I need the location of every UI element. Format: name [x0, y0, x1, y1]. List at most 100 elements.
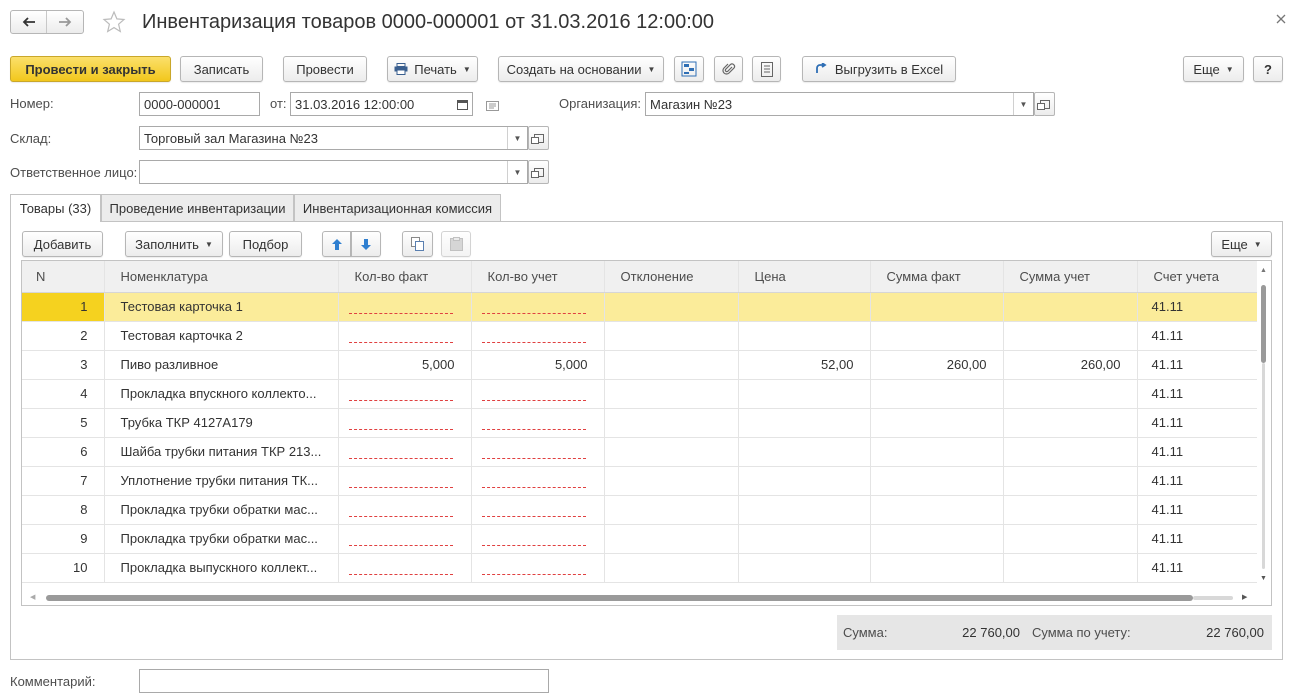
- scroll-left-icon[interactable]: ◀: [30, 593, 35, 601]
- col-account[interactable]: Счет учета: [1137, 261, 1259, 293]
- tab-goods[interactable]: Товары (33): [10, 194, 101, 222]
- row-sum-acc[interactable]: [1003, 292, 1138, 322]
- row-deviation[interactable]: [604, 466, 739, 496]
- post-close-button[interactable]: Провести и закрыть: [10, 56, 171, 82]
- row-account[interactable]: 41.11: [1137, 495, 1259, 525]
- row-sum-acc[interactable]: [1003, 379, 1138, 409]
- document-list-button[interactable]: [752, 56, 781, 82]
- row-deviation[interactable]: [604, 495, 739, 525]
- horizontal-scrollbar[interactable]: ◀ ▶: [22, 591, 1271, 605]
- add-row-button[interactable]: Добавить: [22, 231, 103, 257]
- row-price[interactable]: [738, 437, 871, 467]
- fill-button[interactable]: Заполнить ▼: [125, 231, 223, 257]
- row-sum-fact[interactable]: [870, 553, 1004, 583]
- chevron-down-icon[interactable]: ▼: [1013, 93, 1033, 115]
- table-row[interactable]: 10 Прокладка выпускного коллект... 41.11: [22, 553, 1259, 583]
- table-row[interactable]: 8 Прокладка трубки обратки мас... 41.11: [22, 495, 1259, 525]
- org-open-button[interactable]: [1034, 92, 1055, 116]
- row-sum-fact[interactable]: [870, 321, 1004, 351]
- row-qty-fact[interactable]: [338, 437, 472, 467]
- row-number[interactable]: 7: [22, 466, 105, 496]
- table-row[interactable]: 3 Пиво разливное 5,000 5,000 52,00 260,00 260,…: [22, 350, 1259, 380]
- row-nomenclature[interactable]: Шайба трубки питания ТКР 213...: [104, 437, 339, 467]
- scroll-down-icon[interactable]: ▼: [1260, 575, 1267, 582]
- row-account[interactable]: 41.11: [1137, 350, 1259, 380]
- row-sum-acc[interactable]: [1003, 495, 1138, 525]
- row-price[interactable]: [738, 524, 871, 554]
- col-deviation[interactable]: Отклонение: [604, 261, 739, 293]
- more-button[interactable]: Еще ▼: [1183, 56, 1244, 82]
- row-deviation[interactable]: [604, 553, 739, 583]
- row-sum-acc[interactable]: [1003, 408, 1138, 438]
- table-row[interactable]: 2 Тестовая карточка 2 41.11: [22, 321, 1259, 351]
- row-qty-fact[interactable]: [338, 379, 472, 409]
- row-account[interactable]: 41.11: [1137, 437, 1259, 467]
- horizontal-scroll-thumb[interactable]: [46, 595, 1193, 601]
- row-nomenclature[interactable]: Тестовая карточка 2: [104, 321, 339, 351]
- table-row[interactable]: 6 Шайба трубки питания ТКР 213... 41.11: [22, 437, 1259, 467]
- row-sum-fact[interactable]: [870, 437, 1004, 467]
- row-qty-acc[interactable]: [471, 437, 605, 467]
- move-down-button[interactable]: [351, 231, 381, 257]
- row-number[interactable]: 2: [22, 321, 105, 351]
- calendar-icon[interactable]: [452, 93, 472, 115]
- col-qty-fact[interactable]: Кол-во факт: [338, 261, 472, 293]
- row-account[interactable]: 41.11: [1137, 553, 1259, 583]
- col-nomenclature[interactable]: Номенклатура: [104, 261, 339, 293]
- row-qty-fact[interactable]: [338, 292, 472, 322]
- post-button[interactable]: Провести: [283, 56, 367, 82]
- row-nomenclature[interactable]: Тестовая карточка 1: [104, 292, 339, 322]
- tab-conduct[interactable]: Проведение инвентаризации: [101, 194, 294, 221]
- row-nomenclature[interactable]: Прокладка выпускного коллект...: [104, 553, 339, 583]
- row-sum-fact[interactable]: [870, 524, 1004, 554]
- row-qty-acc[interactable]: [471, 321, 605, 351]
- row-sum-fact[interactable]: [870, 466, 1004, 496]
- scroll-right-icon[interactable]: ▶: [1242, 593, 1247, 601]
- tab-commission[interactable]: Инвентаризационная комиссия: [294, 194, 501, 221]
- row-number[interactable]: 5: [22, 408, 105, 438]
- col-n[interactable]: N: [22, 261, 105, 293]
- row-qty-acc[interactable]: [471, 466, 605, 496]
- history-icon[interactable]: [486, 99, 499, 114]
- row-qty-fact[interactable]: [338, 408, 472, 438]
- create-based-button[interactable]: Создать на основании ▼: [498, 56, 664, 82]
- row-qty-fact[interactable]: [338, 466, 472, 496]
- row-sum-acc[interactable]: [1003, 524, 1138, 554]
- row-nomenclature[interactable]: Трубка ТКР 4127А179: [104, 408, 339, 438]
- row-sum-fact[interactable]: [870, 408, 1004, 438]
- row-deviation[interactable]: [604, 437, 739, 467]
- row-account[interactable]: 41.11: [1137, 524, 1259, 554]
- export-excel-button[interactable]: Выгрузить в Excel: [802, 56, 956, 82]
- row-nomenclature[interactable]: Пиво разливное: [104, 350, 339, 380]
- row-sum-fact[interactable]: [870, 379, 1004, 409]
- row-deviation[interactable]: [604, 379, 739, 409]
- col-sum-fact[interactable]: Сумма факт: [870, 261, 1004, 293]
- table-row[interactable]: 5 Трубка ТКР 4127А179 41.11: [22, 408, 1259, 438]
- org-field[interactable]: Магазин №23 ▼: [645, 92, 1034, 116]
- number-field[interactable]: 0000-000001: [139, 92, 260, 116]
- row-sum-acc[interactable]: [1003, 466, 1138, 496]
- row-account[interactable]: 41.11: [1137, 466, 1259, 496]
- row-sum-fact[interactable]: 260,00: [870, 350, 1004, 380]
- col-sum-acc[interactable]: Сумма учет: [1003, 261, 1138, 293]
- row-qty-fact[interactable]: [338, 524, 472, 554]
- row-price[interactable]: [738, 466, 871, 496]
- help-button[interactable]: ?: [1253, 56, 1283, 82]
- row-number[interactable]: 8: [22, 495, 105, 525]
- row-deviation[interactable]: [604, 350, 739, 380]
- row-nomenclature[interactable]: Прокладка впускного коллекто...: [104, 379, 339, 409]
- close-icon[interactable]: [1276, 12, 1288, 24]
- row-nomenclature[interactable]: Прокладка трубки обратки мас...: [104, 495, 339, 525]
- row-deviation[interactable]: [604, 524, 739, 554]
- favorite-star-icon[interactable]: [102, 10, 126, 34]
- row-account[interactable]: 41.11: [1137, 379, 1259, 409]
- print-button[interactable]: Печать ▼: [387, 56, 478, 82]
- date-field[interactable]: 31.03.2016 12:00:00: [290, 92, 473, 116]
- vertical-scrollbar[interactable]: ▲ ▼: [1257, 261, 1271, 591]
- row-nomenclature[interactable]: Уплотнение трубки питания ТК...: [104, 466, 339, 496]
- table-row[interactable]: 4 Прокладка впускного коллекто... 41.11: [22, 379, 1259, 409]
- row-qty-fact[interactable]: [338, 321, 472, 351]
- col-price[interactable]: Цена: [738, 261, 871, 293]
- forward-icon[interactable]: [47, 11, 83, 33]
- row-qty-fact[interactable]: [338, 495, 472, 525]
